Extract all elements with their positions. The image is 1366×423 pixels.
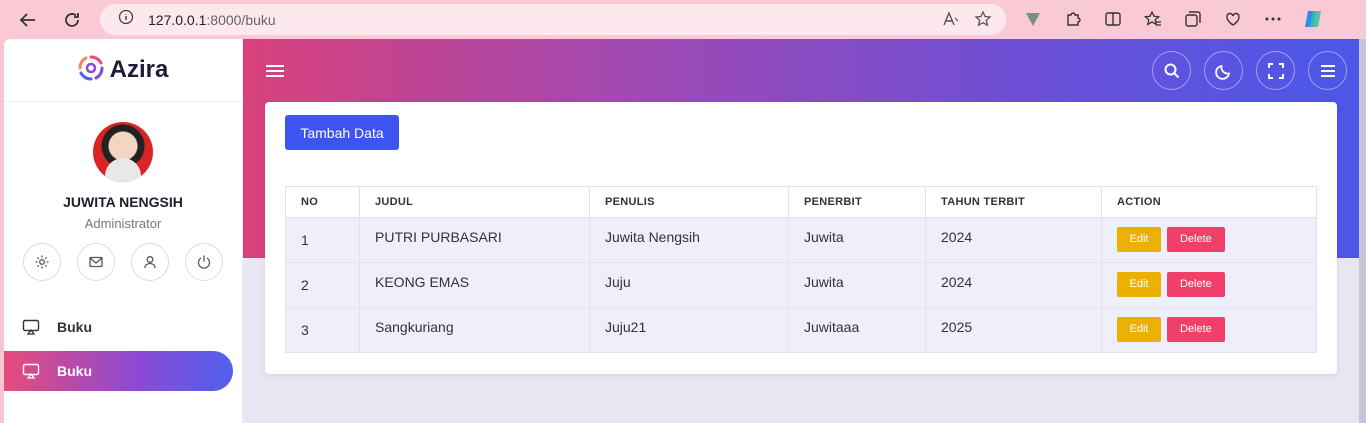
app-page: Azira JUWITA NENGSIH Administrator Buku … xyxy=(4,39,1359,423)
cell-penerbit: Juwita xyxy=(788,262,926,308)
column-header: TAHUN TERBIT xyxy=(925,186,1102,218)
profile-actions xyxy=(4,243,242,281)
cell-tahun: 2025 xyxy=(925,307,1102,353)
avatar xyxy=(93,122,153,182)
edit-button[interactable]: Edit xyxy=(1117,272,1161,297)
cell-no: 1 xyxy=(285,217,360,263)
sidebar: Azira JUWITA NENGSIH Administrator Buku … xyxy=(4,39,243,423)
dark-mode-moon-icon[interactable] xyxy=(1204,51,1243,90)
column-header: PENERBIT xyxy=(788,186,926,218)
add-data-button[interactable]: Tambah Data xyxy=(285,115,399,150)
logo-text: Azira xyxy=(109,56,169,83)
profile-role: Administrator xyxy=(84,216,162,231)
cell-penerbit: Juwita xyxy=(788,217,926,263)
edit-button[interactable]: Edit xyxy=(1117,317,1161,342)
favorite-star-icon[interactable] xyxy=(974,10,992,33)
delete-button[interactable]: Delete xyxy=(1166,317,1225,342)
menu-toggle-icon[interactable] xyxy=(265,63,285,84)
favorites-icon[interactable] xyxy=(1142,8,1164,30)
read-aloud-icon[interactable] xyxy=(942,10,960,33)
monitor-icon xyxy=(22,318,40,336)
cell-judul: Sangkuriang xyxy=(359,307,590,353)
refresh-icon[interactable] xyxy=(58,6,86,34)
column-header: PENULIS xyxy=(589,186,789,218)
url-text: 127.0.0.1:8000/buku xyxy=(148,11,276,28)
settings-gear-icon[interactable] xyxy=(23,243,61,281)
sidebar-item-buku[interactable]: Buku xyxy=(4,307,233,347)
sidebar-item-label: Buku xyxy=(57,363,92,379)
extension-v-icon[interactable] xyxy=(1022,8,1044,30)
table-header-row: NO JUDUL PENULIS PENERBIT TAHUN TERBIT A… xyxy=(285,186,1317,218)
cell-action: Edit Delete xyxy=(1101,262,1317,308)
cell-tahun: 2024 xyxy=(925,217,1102,263)
brand[interactable]: Azira xyxy=(4,39,242,102)
menu-icon[interactable] xyxy=(1308,51,1347,90)
table-row: 2 KEONG EMAS Juju Juwita 2024 Edit Delet… xyxy=(285,262,1317,308)
content-card: Tambah Data NO JUDUL PENULIS PENERBIT TA… xyxy=(265,102,1337,374)
fullscreen-icon[interactable] xyxy=(1256,51,1295,90)
cell-action: Edit Delete xyxy=(1101,307,1317,353)
cell-penulis: Juju xyxy=(589,262,789,308)
cell-no: 3 xyxy=(285,307,360,353)
window-edge xyxy=(1359,39,1366,423)
info-icon[interactable] xyxy=(118,9,134,30)
sidebar-menu: Buku Buku xyxy=(4,307,242,391)
collections-icon[interactable] xyxy=(1182,8,1204,30)
address-bar[interactable]: 127.0.0.1:8000/buku xyxy=(100,4,1006,35)
delete-button[interactable]: Delete xyxy=(1166,272,1225,297)
cell-judul: PUTRI PURBASARI xyxy=(359,217,590,263)
monitor-icon xyxy=(22,362,40,380)
browser-toolbar: 127.0.0.1:8000/buku xyxy=(0,0,1366,39)
user-icon[interactable] xyxy=(131,243,169,281)
sidebar-item-buku-active[interactable]: Buku xyxy=(4,351,233,391)
user-profile: JUWITA NENGSIH Administrator xyxy=(4,102,242,281)
cell-no: 2 xyxy=(285,262,360,308)
mail-icon[interactable] xyxy=(77,243,115,281)
cell-penerbit: Juwitaaa xyxy=(788,307,926,353)
books-table: NO JUDUL PENULIS PENERBIT TAHUN TERBIT A… xyxy=(285,186,1317,353)
split-screen-icon[interactable] xyxy=(1102,8,1124,30)
cell-action: Edit Delete xyxy=(1101,217,1317,263)
browser-essentials-icon[interactable] xyxy=(1222,8,1244,30)
cell-judul: KEONG EMAS xyxy=(359,262,590,308)
copilot-icon[interactable] xyxy=(1302,8,1324,30)
column-header: ACTION xyxy=(1101,186,1317,218)
column-header: NO xyxy=(285,186,360,218)
cell-tahun: 2024 xyxy=(925,262,1102,308)
sidebar-item-label: Buku xyxy=(57,319,92,335)
delete-button[interactable]: Delete xyxy=(1166,227,1225,252)
more-options-icon[interactable] xyxy=(1262,8,1284,30)
column-header: JUDUL xyxy=(359,186,590,218)
edit-button[interactable]: Edit xyxy=(1117,227,1161,252)
search-icon[interactable] xyxy=(1152,51,1191,90)
back-icon[interactable] xyxy=(14,6,42,34)
cell-penulis: Juju21 xyxy=(589,307,789,353)
profile-name: JUWITA NENGSIH xyxy=(63,194,183,210)
extensions-puzzle-icon[interactable] xyxy=(1062,8,1084,30)
logo-icon xyxy=(78,55,104,86)
power-icon[interactable] xyxy=(185,243,223,281)
cell-penulis: Juwita Nengsih xyxy=(589,217,789,263)
table-row: 1 PUTRI PURBASARI Juwita Nengsih Juwita … xyxy=(285,217,1317,263)
table-row: 3 Sangkuriang Juju21 Juwitaaa 2025 Edit … xyxy=(285,307,1317,353)
